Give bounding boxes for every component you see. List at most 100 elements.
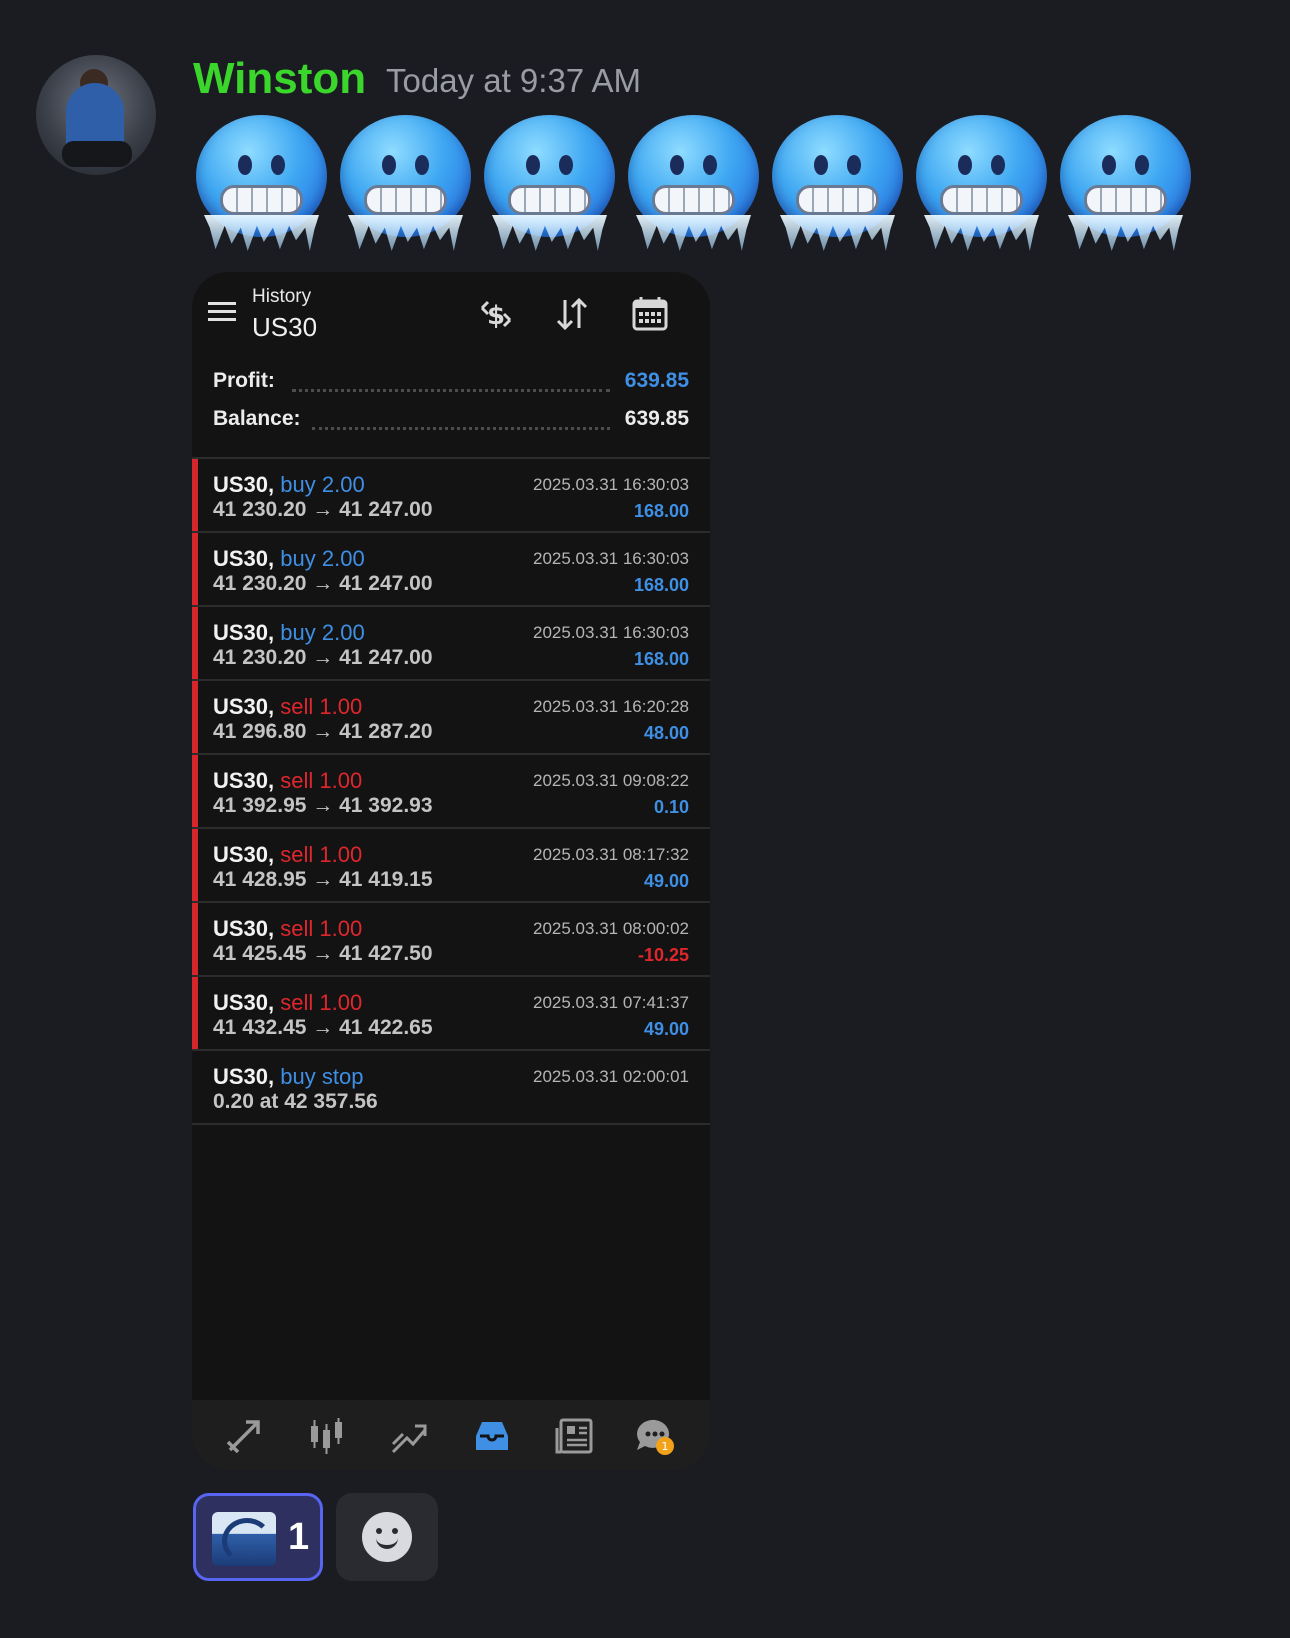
deal-side: sell 1.00: [280, 694, 363, 719]
deal-symbol-line: US30, sell 1.00: [213, 916, 362, 942]
cold-face-emoji-icon: [484, 115, 615, 251]
deal-symbol-line: US30, buy stop: [213, 1064, 363, 1090]
deal-profit: 48.00: [643, 723, 689, 743]
balance-label: Balance:: [213, 407, 309, 431]
deal-side: buy 2.00: [280, 620, 365, 645]
deal-symbol: US30,: [213, 842, 275, 867]
deal-time: 2025.03.31 08:00:02: [533, 919, 689, 938]
deal-side: buy 2.00: [280, 472, 365, 497]
deal-symbol: US30,: [213, 694, 275, 719]
user-avatar[interactable]: [36, 55, 156, 175]
deal-profit: 0.10: [653, 797, 689, 817]
app-topbar: History US30 $: [192, 272, 710, 352]
profit-value: 639.85: [616, 369, 689, 393]
cold-face-emoji-icon: [628, 115, 759, 251]
deal-symbol-line: US30, buy 2.00: [213, 546, 365, 572]
deal-prices: 41 428.95 → 41 419.15: [213, 868, 433, 891]
message-timestamp: Today at 9:37 AM: [386, 62, 641, 99]
deal-row[interactable]: US30, buy 2.00 41 230.20 → 41 247.00 2025.…: [192, 607, 710, 681]
chart-icon[interactable]: [389, 1416, 429, 1456]
svg-text:$: $: [487, 301, 505, 331]
deal-time: 2025.03.31 16:30:03: [533, 475, 689, 494]
deal-marker: [192, 903, 198, 975]
cold-face-emoji-icon: [916, 115, 1047, 251]
calendar-icon[interactable]: [630, 294, 670, 334]
trade-icon[interactable]: [224, 1416, 264, 1456]
reaction-count: 1: [288, 1516, 310, 1558]
dollar-swap-icon[interactable]: $: [476, 294, 516, 334]
profit-row: Profit: 639.85: [192, 367, 710, 405]
deal-symbol-line: US30, sell 1.00: [213, 694, 362, 720]
deal-profit: 168.00: [633, 649, 689, 669]
deal-marker: [192, 607, 198, 679]
deal-time: 2025.03.31 16:30:03: [533, 549, 689, 568]
deal-time: 2025.03.31 07:41:37: [533, 993, 689, 1012]
deal-marker: [192, 681, 198, 753]
deal-prices: 41 230.20 → 41 247.00: [213, 646, 433, 669]
deal-prices: 0.20 at 42 357.56: [213, 1090, 378, 1113]
deal-prices: 41 392.95 → 41 392.93: [213, 794, 433, 817]
deal-symbol: US30,: [213, 916, 275, 941]
deal-profit: 49.00: [643, 1019, 689, 1039]
deal-marker: [192, 533, 198, 605]
screen-label: History: [252, 286, 312, 307]
chat-icon[interactable]: 1: [635, 1416, 675, 1456]
deal-row[interactable]: US30, buy 2.00 41 230.20 → 41 247.00 2025.…: [192, 459, 710, 533]
chat-badge: 1: [662, 1440, 669, 1453]
deal-profit: 168.00: [633, 575, 689, 595]
username[interactable]: Winston: [193, 54, 366, 104]
order-row[interactable]: US30, buy stop 0.20 at 42 357.56 2025.03.3…: [192, 1051, 710, 1125]
balance-row: Balance: 639.85: [192, 405, 710, 443]
deal-symbol: US30,: [213, 546, 275, 571]
news-icon[interactable]: [555, 1416, 595, 1456]
deal-symbol: US30,: [213, 990, 275, 1015]
candles-icon[interactable]: [307, 1416, 347, 1456]
deal-symbol-line: US30, buy 2.00: [213, 620, 365, 646]
deal-symbol-line: US30, sell 1.00: [213, 842, 362, 868]
deal-marker: [192, 459, 198, 531]
image-attachment[interactable]: History US30 $ Profit: 639.85 Balance: 6…: [192, 272, 710, 1470]
deal-time: 2025.03.31 16:20:28: [533, 697, 689, 716]
add-reaction-button[interactable]: [336, 1493, 438, 1581]
deal-prices: 41 230.20 → 41 247.00: [213, 498, 433, 521]
deal-row[interactable]: US30, sell 1.00 41 432.45 → 41 422.65 2025…: [192, 977, 710, 1051]
deal-row[interactable]: US30, sell 1.00 41 428.95 → 41 419.15 2025…: [192, 829, 710, 903]
deal-side: sell 1.00: [280, 916, 363, 941]
cold-face-emoji-icon: [340, 115, 471, 251]
emoji-row: [196, 115, 1191, 251]
menu-icon[interactable]: [208, 302, 236, 322]
deal-row[interactable]: US30, sell 1.00 41 392.95 → 41 392.93 2025…: [192, 755, 710, 829]
deal-profit: 168.00: [633, 501, 689, 521]
deal-symbol-line: US30, sell 1.00: [213, 990, 362, 1016]
deal-time: 2025.03.31 16:30:03: [533, 623, 689, 642]
deal-prices: 41 432.45 → 41 422.65: [213, 1016, 433, 1039]
deal-symbol-line: US30, buy 2.00: [213, 472, 365, 498]
deal-side: sell 1.00: [280, 990, 363, 1015]
deal-side: sell 1.00: [280, 842, 363, 867]
deal-profit: -10.25: [637, 945, 689, 965]
deal-symbol: US30,: [213, 1064, 275, 1089]
deal-prices: 41 425.45 → 41 427.50: [213, 942, 433, 965]
deal-time: 2025.03.31 08:17:32: [533, 845, 689, 864]
bottom-nav: 1: [192, 1400, 710, 1470]
water-wave-icon: [212, 1512, 276, 1566]
deal-prices: 41 296.80 → 41 287.20: [213, 720, 433, 743]
cold-face-emoji-icon: [772, 115, 903, 251]
deal-prices: 41 230.20 → 41 247.00: [213, 572, 433, 595]
deal-row[interactable]: US30, sell 1.00 41 425.45 → 41 427.50 2025…: [192, 903, 710, 977]
balance-value: 639.85: [616, 407, 689, 431]
deal-list: US30, buy 2.00 41 230.20 → 41 247.00 2025.…: [192, 457, 710, 1125]
deal-time: 2025.03.31 09:08:22: [533, 771, 689, 790]
deal-row[interactable]: US30, sell 1.00 41 296.80 → 41 287.20 2025…: [192, 681, 710, 755]
sort-icon[interactable]: [552, 294, 592, 334]
deal-symbol: US30,: [213, 620, 275, 645]
deal-row[interactable]: US30, buy 2.00 41 230.20 → 41 247.00 2025.…: [192, 533, 710, 607]
deal-marker: [192, 755, 198, 827]
deal-marker: [192, 829, 198, 901]
deal-side: buy 2.00: [280, 546, 365, 571]
history-icon[interactable]: [472, 1416, 512, 1456]
avatar-legs: [62, 141, 132, 167]
wave-reaction[interactable]: 1: [193, 1493, 323, 1581]
deal-symbol: US30,: [213, 472, 275, 497]
symbol-title: US30: [252, 312, 318, 342]
